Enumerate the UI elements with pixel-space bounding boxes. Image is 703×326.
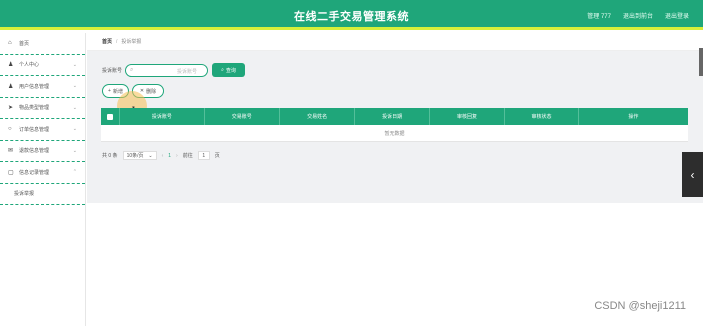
sidebar-item-users[interactable]: ♟ 用户信息管理 ⌄ [0, 76, 85, 98]
mail-icon: ✉ [8, 148, 14, 155]
user-icon: ♟ [8, 62, 14, 69]
top-header: 在线二手交易管理系统 管理 777 退出到前台 退出登录 [0, 0, 703, 30]
page-size-select[interactable]: 10条/页 ⌄ [122, 151, 157, 160]
select-all-checkbox-cell [101, 108, 121, 125]
search-label: 投诉账号 [102, 67, 123, 74]
chevron-down-icon: ⌄ [72, 126, 77, 132]
goto-suffix: 页 [214, 153, 220, 159]
search-icon: ⌕ [130, 66, 134, 73]
header-link-frontend[interactable]: 退出到前台 [623, 11, 653, 20]
header-link-logout[interactable]: 退出登录 [665, 11, 689, 20]
header-link-user[interactable]: 管理 777 [587, 11, 611, 20]
sidebar-item-label: 投诉举报 [14, 191, 35, 198]
sidebar: ⌂ 首页 ♟ 个人中心 ⌄ ♟ 用户信息管理 ⌄ ➤ 物品类型管理 ⌄ ○ 订单… [0, 33, 86, 326]
breadcrumb-separator: / [116, 38, 118, 45]
search-placeholder: 投诉账号 [177, 69, 198, 75]
user-group-icon: ♟ [8, 83, 14, 90]
column-header: 交易姓名 [280, 108, 356, 125]
delete-button-label: 删除 [146, 88, 157, 95]
prev-page-button[interactable]: ‹ [162, 153, 164, 159]
document-icon: ▢ [8, 169, 14, 176]
chevron-down-icon: ⌄ [72, 147, 77, 154]
select-all-checkbox[interactable] [107, 113, 114, 120]
chevron-up-icon: ⌃ [72, 169, 77, 175]
goto-label: 前往 [182, 153, 193, 159]
sidebar-item-label: 首页 [19, 40, 30, 47]
page-number[interactable]: 1 [168, 153, 171, 159]
chevron-down-icon: ⌄ [72, 61, 77, 68]
chevron-left-icon: ‹ [690, 167, 695, 182]
column-header: 操作 [628, 114, 639, 120]
sidebar-item-complaints[interactable]: 投诉举报 [0, 184, 85, 205]
breadcrumb-current: 投诉举报 [121, 39, 142, 45]
sidebar-item-label: 用户信息管理 [19, 83, 50, 90]
search-icon: ⌕ [221, 67, 224, 73]
watermark: CSDN @sheji1211 [594, 300, 686, 312]
column-header: 投诉日期 [355, 108, 430, 125]
search-button-label: 查询 [225, 67, 236, 74]
goto-page-input[interactable]: 1 [197, 151, 210, 160]
table-empty-row: 暂无数据 [101, 125, 688, 142]
send-icon: ➤ [8, 105, 14, 112]
scrollbar[interactable] [699, 48, 703, 76]
column-header: 审核状态 [505, 108, 579, 125]
search-button[interactable]: ⌕ 查询 [212, 63, 246, 77]
circle-icon: ○ [8, 126, 12, 133]
sidebar-item-label: 信息记录管理 [19, 169, 50, 176]
sidebar-item-item-types[interactable]: ➤ 物品类型管理 ⌄ [0, 98, 85, 119]
page-size-value: 10条/页 [126, 153, 144, 159]
collapse-panel-button[interactable]: ‹ [682, 152, 703, 197]
breadcrumb-home[interactable]: 首页 [102, 38, 112, 45]
breadcrumb: 首页 / 投诉举报 [87, 33, 703, 51]
sidebar-item-home[interactable]: ⌂ 首页 [0, 33, 85, 55]
column-header: 投诉账号 [120, 108, 205, 125]
table-header: 投诉账号 交易账号 交易姓名 投诉日期 审核回复 审核状态 操作 [101, 108, 688, 125]
sidebar-item-label: 订单信息管理 [19, 126, 50, 133]
search-input[interactable]: ⌕ 投诉账号 [125, 63, 209, 77]
plus-icon: + [108, 88, 111, 94]
sidebar-item-records[interactable]: ▢ 信息记录管理 ⌃ [0, 162, 85, 184]
column-header: 审核回复 [430, 108, 506, 125]
chevron-down-icon: ⌄ [72, 104, 77, 111]
sidebar-item-profile[interactable]: ♟ 个人中心 ⌄ [0, 55, 85, 76]
home-icon: ⌂ [8, 40, 12, 47]
sidebar-item-orders[interactable]: ○ 订单信息管理 ⌄ [0, 119, 85, 141]
data-table: 投诉账号 交易账号 交易姓名 投诉日期 审核回复 审核状态 操作 暂无数据 [101, 108, 688, 142]
column-header: 交易账号 [205, 108, 280, 125]
pagination: 共 0 条 10条/页 ⌄ ‹ 1 › 前往 1 页 [102, 151, 220, 160]
sidebar-item-label: 物品类型管理 [19, 105, 50, 112]
pagination-total: 共 0 条 [102, 153, 118, 159]
chevron-down-icon: ⌄ [148, 152, 153, 159]
header-links: 管理 777 退出到前台 退出登录 [587, 11, 689, 20]
next-page-button[interactable]: › [176, 153, 178, 159]
goto-page-value: 1 [202, 152, 206, 159]
sidebar-item-label: 个人中心 [19, 62, 40, 69]
list-panel: 投诉账号 ⌕ 投诉账号 ⌕ 查询 + 新增 ✕ 删除 ➚ [87, 51, 703, 203]
sidebar-item-label: 退款信息管理 [19, 148, 50, 155]
sidebar-item-refunds[interactable]: ✉ 退款信息管理 ⌄ [0, 141, 85, 162]
main-content: 首页 / 投诉举报 投诉账号 ⌕ 投诉账号 ⌕ 查询 + 新增 ✕ 删除 投诉账… [87, 33, 703, 326]
chevron-down-icon: ⌄ [72, 83, 77, 89]
search-bar: 投诉账号 ⌕ 投诉账号 ⌕ 查询 [102, 63, 246, 77]
